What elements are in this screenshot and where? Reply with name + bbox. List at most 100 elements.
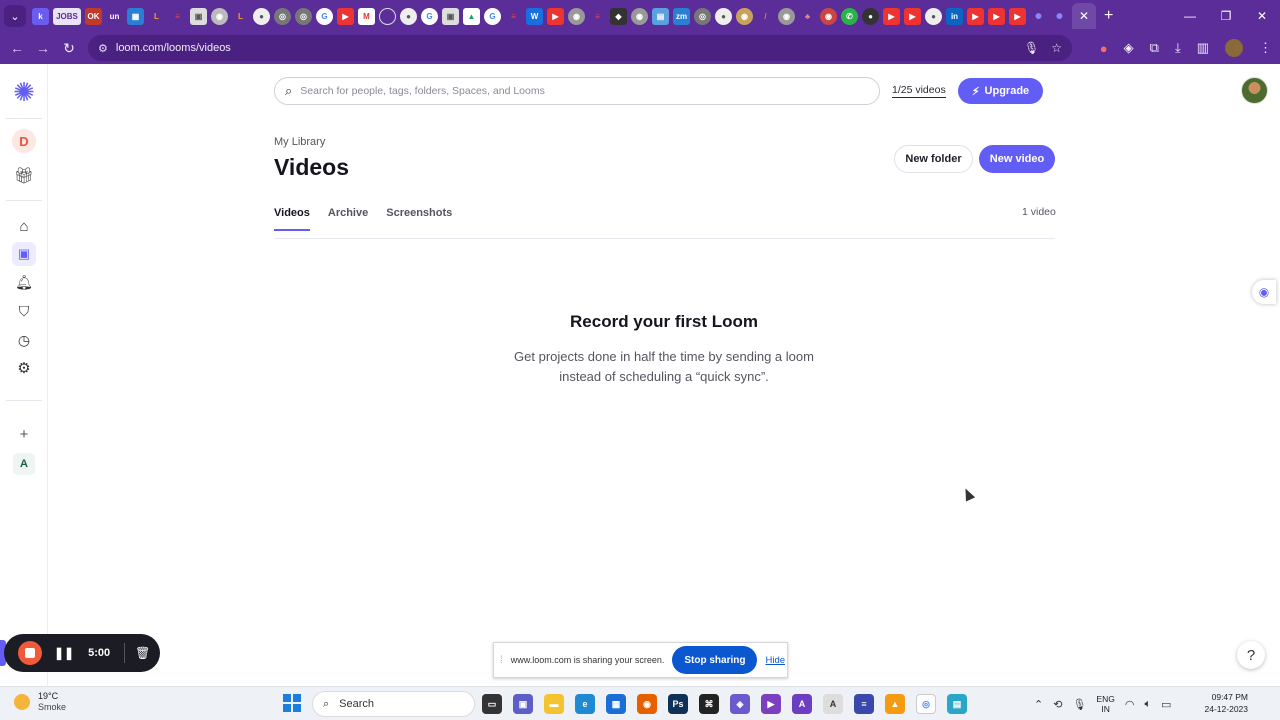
app-purple-icon[interactable]: ◈ [730, 694, 750, 714]
tab-youtube4-favicon[interactable]: ▶ [904, 7, 921, 25]
extension-record-icon[interactable]: ● [1100, 41, 1108, 56]
url-text[interactable]: loom.com/looms/videos [116, 42, 231, 54]
tab-youtube6-favicon[interactable]: ▶ [988, 7, 1005, 25]
reload-icon[interactable]: ↻ [56, 35, 82, 61]
teams-icon[interactable]: ▣ [513, 694, 533, 714]
extensions-puzzle-icon[interactable]: ⧉ [1150, 40, 1159, 56]
new-video-button[interactable]: New video [979, 145, 1055, 173]
loom-logo-icon[interactable]: ✺ [12, 79, 36, 105]
back-arrow-icon[interactable]: ← [4, 35, 30, 61]
minimize-button[interactable]: — [1172, 9, 1208, 23]
tab-youtube-favicon[interactable]: ▶ [337, 7, 354, 25]
taskbar-search[interactable]: ⌕ Search [312, 691, 475, 717]
assistant-widget-icon[interactable]: ◉ [1252, 280, 1276, 304]
extension-icon[interactable]: ◈ [1124, 40, 1134, 56]
task-view-icon[interactable]: ▭ [482, 694, 502, 714]
vlc-icon[interactable]: ▲ [885, 694, 905, 714]
taskbar-clock[interactable]: 09:47 PM 24-12-2023 [1198, 691, 1248, 715]
tab-gmail-favicon[interactable]: M [358, 7, 375, 25]
volume-icon[interactable]: 🔈︎ [1144, 698, 1151, 711]
tab-google2-favicon[interactable]: G [421, 7, 438, 25]
tab-google-favicon[interactable]: G [316, 7, 333, 25]
stop-sharing-button[interactable]: Stop sharing [672, 646, 758, 674]
tab-art-favicon[interactable]: ♣ [799, 7, 816, 25]
tab-zm-favicon[interactable]: zm [673, 7, 690, 25]
new-tab-button[interactable]: + [1104, 7, 1113, 25]
microphone-icon[interactable]: 🎙︎ [1024, 41, 1039, 55]
tab-red-favicon[interactable]: ≡ [169, 7, 186, 25]
tray-mic-icon[interactable]: 🎙︎ [1072, 698, 1086, 711]
tab-gray-favicon[interactable]: ▣ [190, 7, 207, 25]
address-bar[interactable]: ⚙ loom.com/looms/videos 🎙︎ ☆ [88, 35, 1072, 61]
tab-github4-favicon[interactable]: ● [862, 7, 879, 25]
library-icon[interactable]: ▣ [12, 242, 36, 266]
delete-recording-trash-icon[interactable]: 🗑︎ [135, 646, 150, 660]
profile-avatar[interactable] [1225, 39, 1243, 57]
search-bar[interactable]: ⌕ [274, 77, 880, 105]
chrome-icon[interactable]: ◎ [916, 694, 936, 714]
user-avatar[interactable] [1241, 77, 1268, 104]
menu-dots-icon[interactable]: ⋮ [1259, 40, 1272, 56]
side-panel-icon[interactable]: ▥ [1197, 40, 1209, 56]
windows-start-icon[interactable] [283, 694, 301, 712]
tab-doc-favicon[interactable]: ▤ [652, 7, 669, 25]
photoshop-icon[interactable]: Ps [668, 694, 688, 714]
history-clock-icon[interactable]: ◷ [12, 328, 36, 352]
tray-overflow-chevron-icon[interactable]: ⌃ [1034, 698, 1043, 711]
tab-blue-favicon[interactable]: ▦ [127, 7, 144, 25]
tab-whatsapp-favicon[interactable]: ✆ [841, 7, 858, 25]
search-input[interactable] [300, 85, 861, 97]
tray-sync-icon[interactable]: ⟲ [1053, 698, 1062, 711]
store-icon[interactable]: ▦ [606, 694, 626, 714]
terminal-icon[interactable]: ⌘ [699, 694, 719, 714]
tab-github-favicon[interactable]: ● [253, 7, 270, 25]
tab-l2-favicon[interactable]: L [232, 7, 249, 25]
breadcrumb[interactable]: My Library [274, 136, 325, 148]
tab-dark-favicon[interactable]: ◆ [610, 7, 627, 25]
tab-circle-favicon[interactable]: ◉ [211, 7, 228, 25]
help-button[interactable]: ? [1237, 641, 1265, 669]
upgrade-button[interactable]: ⚡︎ Upgrade [958, 78, 1043, 104]
tab-w-favicon[interactable]: W [526, 7, 543, 25]
drag-handle-icon[interactable]: ⁞ [500, 655, 503, 666]
tab-search-chevron-icon[interactable]: ⌄ [4, 5, 26, 27]
edge-icon[interactable]: e [575, 694, 595, 714]
tab-google3-favicon[interactable]: G [484, 7, 501, 25]
battery-icon[interactable]: ▭ [1161, 698, 1171, 711]
tab-github3-favicon[interactable]: ● [715, 7, 732, 25]
forward-arrow-icon[interactable]: → [30, 35, 56, 61]
media-icon[interactable]: ▶ [761, 694, 781, 714]
gift-icon[interactable]: 🎁︎ [12, 164, 36, 188]
tab-loom2-favicon[interactable]: ✺ [1051, 7, 1068, 25]
tab-un-favicon[interactable]: un [106, 7, 123, 25]
video-quota-link[interactable]: 1/25 videos [892, 84, 946, 98]
weather-widget[interactable]: 19°C Smoke [14, 691, 66, 713]
tab-github5-favicon[interactable]: ● [925, 7, 942, 25]
tab-gray4-favicon[interactable]: ◉ [568, 7, 585, 25]
restore-button[interactable]: ❐ [1208, 9, 1244, 23]
tab-jobs-favicon[interactable]: JOBS [53, 7, 81, 25]
stop-recording-button[interactable] [18, 641, 42, 665]
active-tab-close-icon[interactable]: ✕ [1072, 3, 1096, 29]
tab-youtube7-favicon[interactable]: ▶ [1009, 7, 1026, 25]
tab-slash-favicon[interactable]: / [757, 7, 774, 25]
add-workspace-button[interactable]: + [12, 422, 36, 446]
pause-icon[interactable]: ❚❚ [54, 646, 74, 660]
bookmark-icon[interactable]: ⛉ [12, 299, 36, 323]
tab-youtube5-favicon[interactable]: ▶ [967, 7, 984, 25]
tab-gold-favicon[interactable]: ◉ [736, 7, 753, 25]
tab-k-favicon[interactable]: k [32, 7, 49, 25]
new-folder-button[interactable]: New folder [894, 145, 973, 173]
tab-youtube2-favicon[interactable]: ▶ [547, 7, 564, 25]
tab-image-favicon[interactable]: ▣ [442, 7, 459, 25]
tab-archive[interactable]: Archive [328, 207, 368, 231]
notepad-icon[interactable]: ▤ [947, 694, 967, 714]
tab-red2-favicon[interactable]: ≡ [505, 7, 522, 25]
tab-red3-favicon[interactable]: ≡ [589, 7, 606, 25]
workspace-a-button[interactable]: A [12, 452, 36, 476]
tab-circle2-favicon[interactable] [379, 7, 396, 25]
tab-linkedin-favicon[interactable]: in [946, 7, 963, 25]
tab-gray7-favicon[interactable]: ◉ [778, 7, 795, 25]
file-explorer-icon[interactable]: ▬ [544, 694, 564, 714]
app-stripes-icon[interactable]: ≡ [854, 694, 874, 714]
